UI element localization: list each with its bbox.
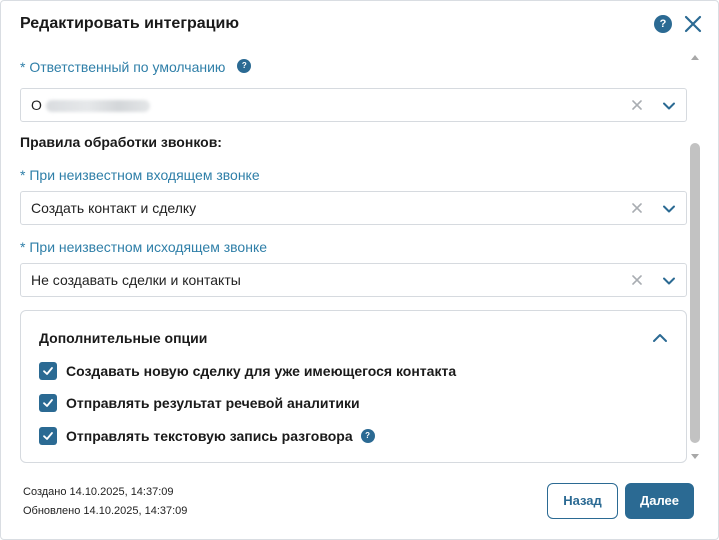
option-transcript: Отправлять текстовую запись разговора ?: [39, 427, 375, 445]
redacted-name: [45, 100, 150, 113]
checkbox[interactable]: [39, 394, 57, 412]
incoming-select[interactable]: Создать контакт и сделку: [20, 191, 687, 225]
scrollbar[interactable]: [688, 51, 702, 463]
additional-options-panel: Дополнительные опции Создавать новую сде…: [20, 310, 687, 463]
created-timestamp: Создано 14.10.2025, 14:37:09: [23, 486, 174, 498]
responsible-select[interactable]: О: [20, 88, 687, 122]
scroll-up-arrow[interactable]: [691, 55, 699, 60]
incoming-label: * При неизвестном входящем звонке: [20, 166, 260, 184]
responsible-label-text: Ответственный по умолчанию: [29, 59, 226, 75]
responsible-help-icon[interactable]: ?: [237, 59, 252, 74]
option-label: Отправлять результат речевой аналитики: [66, 395, 360, 411]
options-title: Дополнительные опции: [39, 330, 208, 346]
clear-icon[interactable]: [630, 98, 644, 112]
chevron-up-icon[interactable]: [652, 331, 668, 345]
chevron-down-icon[interactable]: [662, 274, 676, 288]
clear-icon[interactable]: [630, 273, 644, 287]
responsible-select-value: О: [31, 89, 150, 121]
required-mark: *: [20, 167, 26, 183]
option-new-deal: Создавать новую сделку для уже имеющегос…: [39, 362, 456, 380]
help-icon[interactable]: ?: [654, 15, 672, 33]
check-icon: [43, 367, 53, 375]
dialog-title: Редактировать интеграцию: [20, 15, 239, 32]
back-button[interactable]: Назад: [547, 483, 618, 519]
required-mark: *: [20, 239, 26, 255]
outgoing-select[interactable]: Не создавать сделки и контакты: [20, 263, 687, 297]
incoming-label-text: При неизвестном входящем звонке: [29, 167, 260, 183]
check-icon: [43, 399, 53, 407]
incoming-select-value: Создать контакт и сделку: [31, 200, 197, 216]
edit-integration-dialog: Редактировать интеграцию ? * Ответственн…: [0, 0, 719, 540]
responsible-label: * Ответственный по умолчанию ?: [20, 58, 252, 76]
responsible-value-prefix: О: [31, 97, 42, 113]
next-button[interactable]: Далее: [625, 483, 694, 519]
checkbox[interactable]: [39, 362, 57, 380]
chevron-down-icon[interactable]: [662, 99, 676, 113]
transcript-help-icon[interactable]: ?: [360, 429, 375, 443]
close-icon[interactable]: [684, 15, 702, 33]
rules-title: Правила обработки звонков:: [20, 134, 222, 150]
required-mark: *: [20, 59, 26, 75]
checkbox[interactable]: [39, 427, 57, 445]
scroll-down-arrow[interactable]: [691, 454, 699, 459]
option-label: Отправлять текстовую запись разговора: [66, 428, 353, 444]
dialog-header: Редактировать интеграцию ?: [20, 13, 704, 35]
outgoing-select-value: Не создавать сделки и контакты: [31, 272, 241, 288]
scroll-thumb[interactable]: [690, 143, 700, 443]
chevron-down-icon[interactable]: [662, 202, 676, 216]
updated-timestamp: Обновлено 14.10.2025, 14:37:09: [23, 505, 188, 517]
check-icon: [43, 432, 53, 440]
outgoing-label: * При неизвестном исходящем звонке: [20, 238, 267, 256]
outgoing-label-text: При неизвестном исходящем звонке: [29, 239, 268, 255]
clear-icon[interactable]: [630, 201, 644, 215]
option-label: Создавать новую сделку для уже имеющегос…: [66, 363, 457, 379]
option-speech-analytics: Отправлять результат речевой аналитики: [39, 394, 360, 412]
